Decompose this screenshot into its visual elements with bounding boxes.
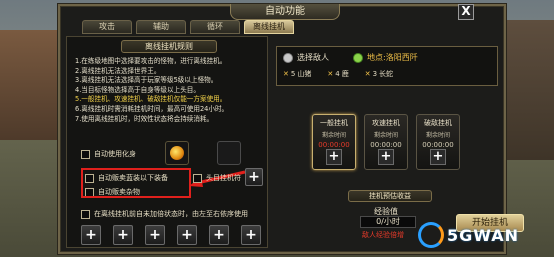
add-consumable-button[interactable]: +: [177, 225, 197, 245]
target-list: ✕ 5 山猪 ✕ 4 鹿 ✕ 3 长蛇: [283, 69, 393, 79]
target-count: 5: [290, 70, 296, 78]
mode-sub: 剩余时间: [321, 132, 346, 139]
tab-attack[interactable]: 攻击: [82, 20, 132, 34]
target-count-icon: ✕: [283, 70, 289, 78]
exp-value: 0/小时: [360, 216, 416, 228]
highlight-annotation-box: [81, 168, 191, 198]
potion-icon: [170, 146, 184, 160]
target-count-icon: ✕: [327, 70, 334, 78]
rule-item: 2.离线挂机无法选择世界王。: [75, 66, 161, 75]
rule-item: 7.使用离线挂机时，时效性状态将会持续消耗。: [75, 114, 214, 123]
mode-card-break[interactable]: 破敌挂机 剩余时间 00:00:00 +: [416, 114, 460, 170]
auto-function-window: 自动功能 攻击 辅助 循环 离线挂机 离线挂机规则 1.在练级地图中选择要攻击的…: [58, 4, 524, 254]
add-time-button[interactable]: +: [326, 149, 342, 165]
watermark: 5GWAN: [418, 222, 519, 248]
target-item[interactable]: ✕ 3 长蛇: [365, 69, 393, 79]
target-item[interactable]: ✕ 4 鹿: [327, 69, 348, 79]
close-button[interactable]: X: [458, 4, 474, 20]
target-icon: [283, 52, 293, 63]
earnings-note: 敌人经验倍增: [362, 231, 404, 239]
target-item[interactable]: ✕ 5 山猪: [283, 69, 311, 79]
rule-item: 3.离线挂机无法选择高于玩家等级5级以上怪物。: [75, 76, 218, 85]
watermark-text: 5GWAN: [447, 225, 519, 245]
auto-transform-checkbox[interactable]: [81, 149, 90, 159]
target-name: 长蛇: [379, 70, 394, 78]
rule-item: 4.当目标怪物选择高于自身等级以上头目。: [75, 85, 200, 94]
location-icon: [353, 52, 363, 63]
empty-item-slot[interactable]: [217, 141, 241, 165]
target-count-icon: ✕: [364, 70, 371, 78]
mode-time: 00:00:00: [370, 141, 402, 149]
location-label: 地点:洛阳西阡: [367, 53, 418, 62]
potion-slot[interactable]: [165, 141, 189, 165]
mode-card-speed[interactable]: 攻速挂机 剩余时间 00:00:00 +: [364, 114, 408, 170]
target-panel: 选择敌人 地点:洛阳西阡 ✕ 5 山猪 ✕ 4 鹿 ✕ 3 长蛇: [276, 46, 498, 86]
rules-panel: 离线挂机规则 1.在练级地图中选择要攻击的怪物，进行离线挂机。 2.离线挂机无法…: [66, 36, 268, 248]
target-count: 3: [372, 70, 378, 78]
rules-header: 离线挂机规则: [121, 40, 217, 53]
rules-list: 1.在练级地图中选择要攻击的怪物，进行离线挂机。 2.离线挂机无法选择世界王。 …: [75, 57, 265, 124]
mode-time: 00:00:00: [318, 141, 350, 149]
target-name: 鹿: [341, 70, 349, 78]
add-time-button[interactable]: +: [378, 149, 394, 165]
auto-transform-label: 自动使用化身: [94, 150, 136, 158]
mode-card-normal[interactable]: 一般挂机 剩余时间 00:00:00 +: [312, 114, 356, 170]
tab-assist[interactable]: 辅助: [136, 20, 186, 34]
mode-name: 破敌挂机: [424, 119, 452, 127]
mode-sub: 剩余时间: [425, 132, 450, 139]
add-consumable-button[interactable]: +: [209, 225, 229, 245]
mode-sub: 剩余时间: [373, 132, 398, 139]
offline-note-row[interactable]: 在离线挂机前自未加倍状态时，由左至右依序使用: [81, 209, 248, 219]
mode-name: 一般挂机: [320, 119, 348, 127]
boss-talisman-row[interactable]: 头目挂机符: [193, 173, 241, 183]
rule-item-highlight: 5.一般挂机、攻速挂机、破敌挂机仅能一方案使用。: [75, 95, 227, 104]
auto-transform-row[interactable]: 自动使用化身: [81, 149, 136, 159]
add-consumable-button[interactable]: +: [145, 225, 165, 245]
add-talisman-button[interactable]: +: [245, 168, 263, 186]
select-enemy-label[interactable]: 选择敌人: [297, 52, 329, 63]
offline-note-checkbox[interactable]: [81, 209, 90, 219]
consumable-slots: + + + + + +: [81, 225, 261, 245]
target-name: 山猪: [297, 70, 312, 78]
offline-note-label: 在离线挂机前自未加倍状态时，由左至右依序使用: [94, 210, 248, 218]
tab-loop[interactable]: 循环: [190, 20, 240, 34]
rule-item: 6.离线挂机时需消耗挂机时间，最高可使用24小时。: [75, 104, 229, 113]
earnings-header: 挂机预估收益: [348, 190, 432, 202]
tab-offline-afk[interactable]: 离线挂机: [244, 20, 294, 34]
boss-talisman-checkbox[interactable]: [193, 173, 202, 183]
add-consumable-button[interactable]: +: [113, 225, 133, 245]
add-consumable-button[interactable]: +: [81, 225, 101, 245]
rule-item: 1.在练级地图中选择要攻击的怪物，进行离线挂机。: [75, 57, 227, 65]
mode-time: 00:00:00: [422, 141, 454, 149]
mode-name: 攻速挂机: [372, 119, 400, 127]
window-title: 自动功能: [230, 4, 340, 20]
boss-talisman-label: 头目挂机符: [206, 174, 241, 182]
add-consumable-button[interactable]: +: [241, 225, 261, 245]
target-count: 4: [335, 70, 340, 78]
tab-bar: 攻击 辅助 循环 离线挂机: [82, 20, 294, 34]
watermark-logo-icon: [418, 222, 444, 248]
add-time-button[interactable]: +: [430, 149, 446, 165]
